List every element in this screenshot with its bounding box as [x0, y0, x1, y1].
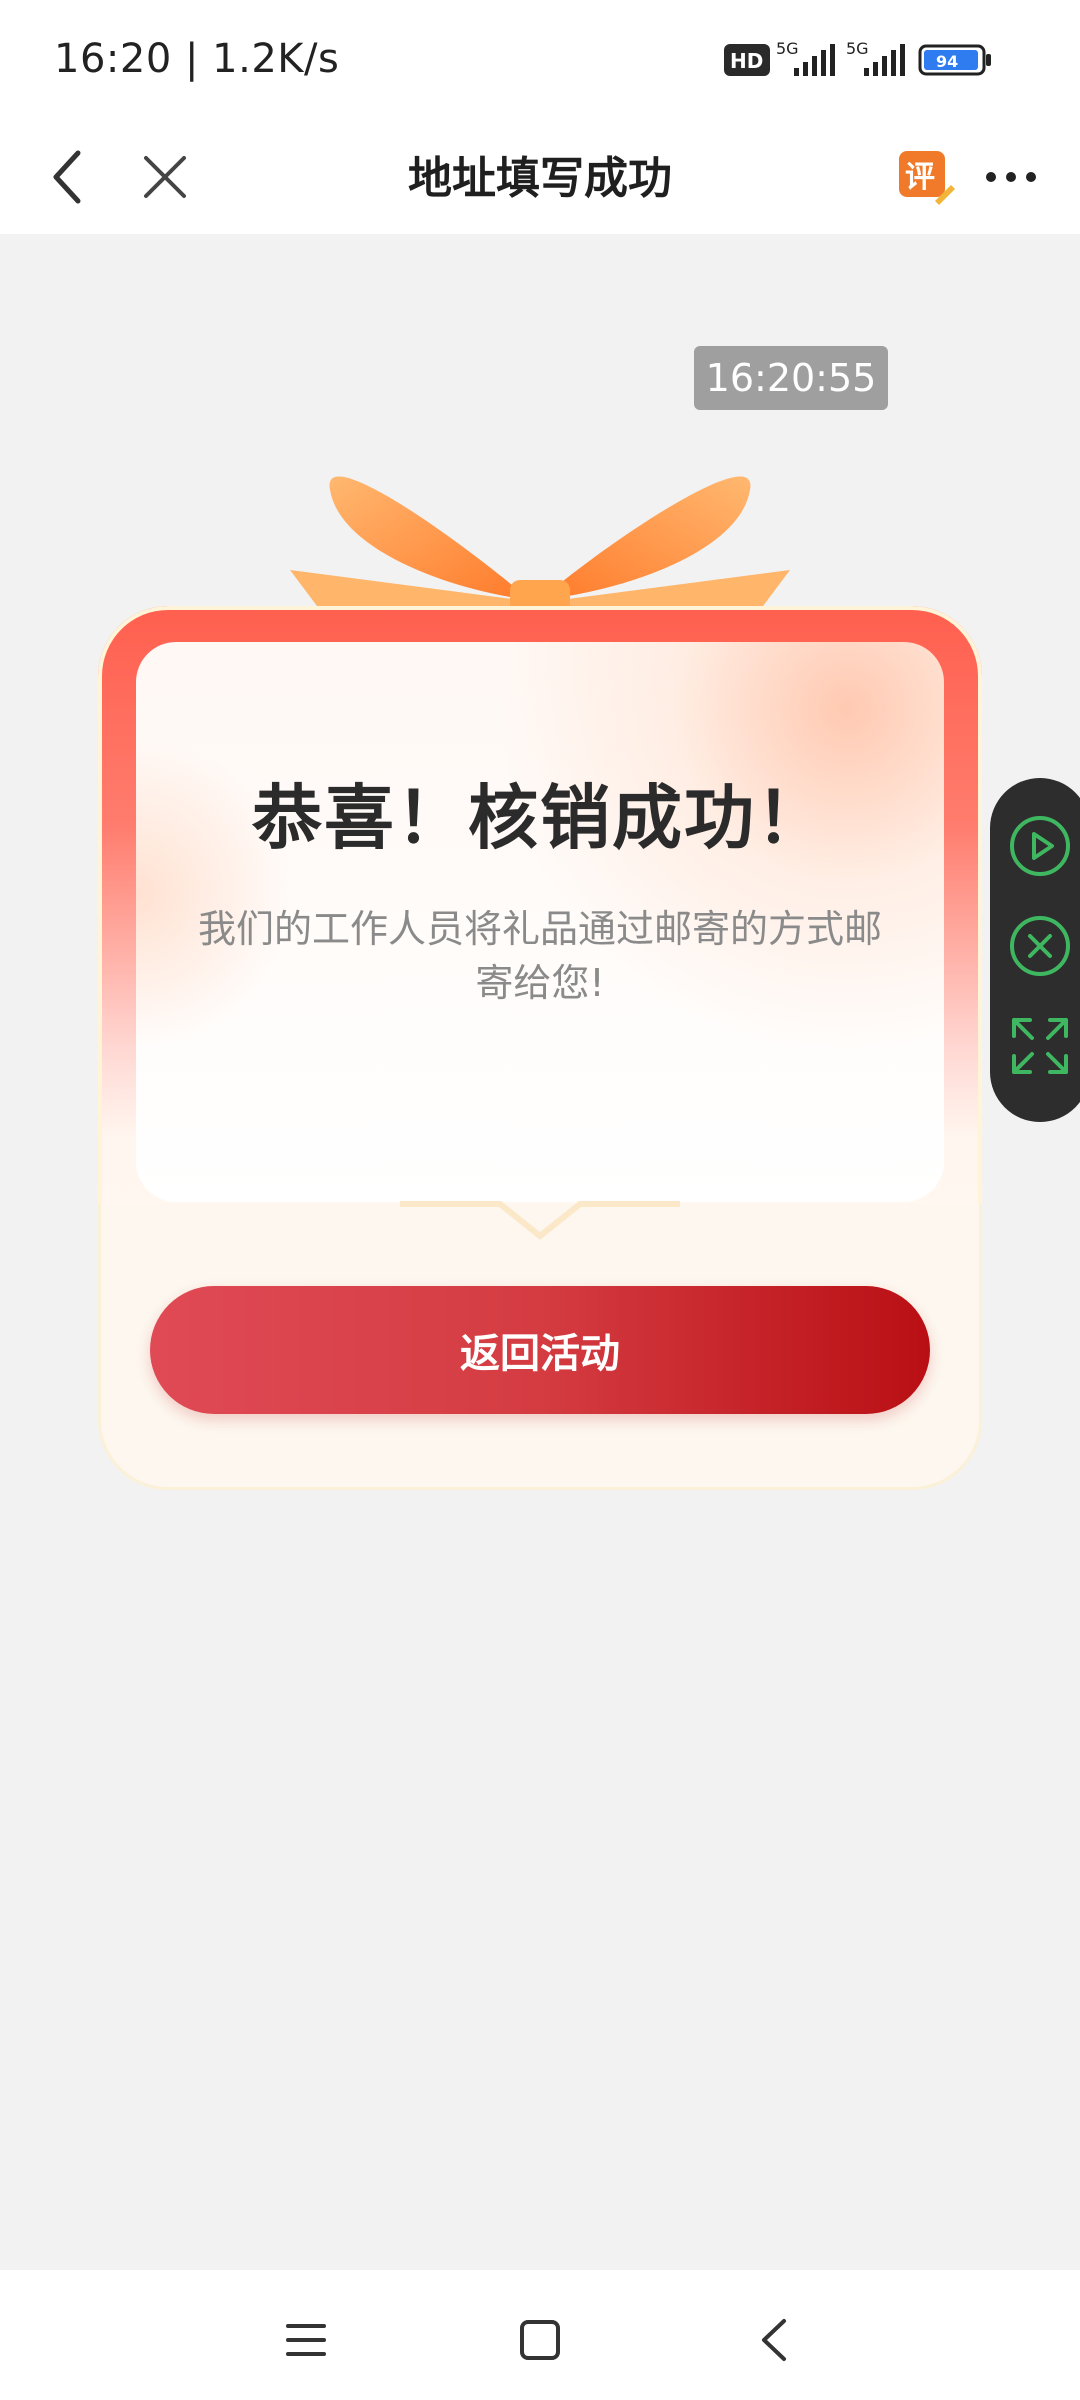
- system-nav-bar: [0, 2270, 1080, 2400]
- system-back-button[interactable]: [744, 2310, 804, 2370]
- review-badge-text: 评: [905, 160, 935, 195]
- success-title: 恭喜！核销成功！: [252, 777, 828, 859]
- review-edit-icon: 评: [899, 151, 955, 205]
- more-button[interactable]: [976, 142, 1046, 212]
- success-description: 我们的工作人员将礼品通过邮寄的方式邮寄给您!: [197, 907, 882, 1005]
- status-time: 16:20 | 1.2K/s: [54, 36, 340, 82]
- card-notch-decoration: [400, 1201, 680, 1240]
- floating-control-panel: [990, 778, 1080, 1122]
- expand-button[interactable]: [1006, 1012, 1074, 1080]
- svg-text:HD: HD: [730, 49, 763, 73]
- play-button[interactable]: [1006, 812, 1074, 880]
- expand-icon: [1012, 1018, 1068, 1074]
- more-icon: [986, 172, 1036, 182]
- battery-icon: 94: [918, 44, 991, 76]
- timestamp-badge: 16:20:55: [694, 346, 888, 410]
- home-icon: [520, 2320, 560, 2360]
- signal-icon-2: 5G: [846, 39, 905, 76]
- return-activity-button[interactable]: 返回活动: [150, 1286, 930, 1414]
- review-button[interactable]: 评: [890, 142, 960, 212]
- nav-bar: 地址填写成功 评: [0, 120, 1080, 234]
- play-icon: [1010, 816, 1070, 876]
- status-bar: 16:20 | 1.2K/s HD 5G 5G 94: [0, 0, 1080, 120]
- svg-text:5G: 5G: [846, 39, 869, 58]
- circle-close-icon: [1010, 916, 1070, 976]
- signal-icon-1: 5G: [776, 39, 835, 76]
- system-back-icon: [762, 2319, 786, 2361]
- ribbon-bow-icon: [280, 476, 800, 620]
- page: 16:20 | 1.2K/s HD 5G 5G 94 地址填写成功 评 16:2…: [0, 0, 1080, 2400]
- menu-icon: [286, 2324, 326, 2356]
- svg-text:5G: 5G: [776, 39, 799, 58]
- float-close-button[interactable]: [1006, 912, 1074, 980]
- hd-icon: HD: [724, 44, 770, 76]
- menu-button[interactable]: [276, 2310, 336, 2370]
- battery-level: 94: [936, 52, 958, 71]
- home-button[interactable]: [510, 2310, 570, 2370]
- status-icons: HD 5G 5G 94: [724, 39, 991, 76]
